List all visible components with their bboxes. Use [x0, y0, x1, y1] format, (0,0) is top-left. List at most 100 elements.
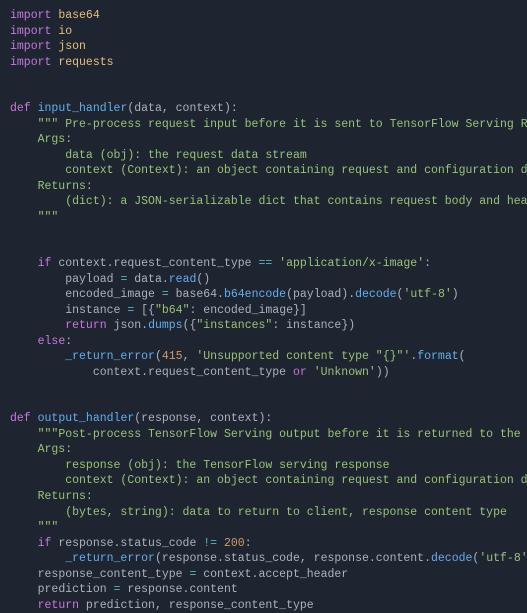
operator: = [162, 288, 169, 301]
keyword-if: if [38, 257, 52, 270]
code-line: response_content_type = context.accept_h… [10, 567, 517, 583]
docstring: """ Pre-process request input before it … [38, 118, 527, 131]
code-line: context (Context): an object containing … [10, 473, 517, 489]
code-line [10, 70, 517, 86]
code-line: prediction = response.content [10, 582, 517, 598]
code-text: response_content_type [38, 568, 190, 581]
code-text: : [65, 335, 72, 348]
keyword-import: import [10, 40, 51, 53]
function-name: input_handler [38, 102, 128, 115]
keyword-if: if [38, 537, 52, 550]
function-name: output_handler [38, 412, 135, 425]
code-line [10, 86, 517, 102]
docstring: context (Context): an object containing … [10, 164, 527, 177]
method-call: format [417, 350, 458, 363]
code-line: Args: [10, 442, 517, 458]
code-line: if context.request_content_type == 'appl… [10, 256, 517, 272]
code-line: import json [10, 39, 517, 55]
docstring: Args: [10, 443, 72, 456]
code-text: json. [107, 319, 148, 332]
keyword-return: return [65, 319, 106, 332]
code-text: encoded_image [65, 288, 162, 301]
operator: == [258, 257, 272, 270]
code-line: import io [10, 24, 517, 40]
code-text: : instance}) [272, 319, 355, 332]
string-literal: "b64" [155, 304, 190, 317]
code-line: (dict): a JSON-serializable dict that co… [10, 194, 517, 210]
code-line: _return_error(415, 'Unsupported content … [10, 349, 517, 365]
docstring: """ [10, 211, 58, 224]
code-text: , [183, 350, 197, 363]
method-call: decode [355, 288, 396, 301]
code-line: """ [10, 210, 517, 226]
code-line: """ [10, 520, 517, 536]
code-text: context.request_content_type [93, 366, 293, 379]
code-line: import base64 [10, 8, 517, 24]
module-name: requests [58, 56, 113, 69]
keyword-def: def [10, 412, 31, 425]
params: (data, context): [127, 102, 237, 115]
keyword-return: return [38, 599, 79, 612]
module-name: base64 [58, 9, 99, 22]
code-text: [{ [134, 304, 155, 317]
code-line [10, 241, 517, 257]
code-text: () [196, 273, 210, 286]
code-text: : [245, 537, 252, 550]
code-text: payload [65, 273, 120, 286]
keyword-import: import [10, 25, 51, 38]
method-call: dumps [148, 319, 183, 332]
function-call: _return_error [65, 552, 155, 565]
code-text: : encoded_image}] [189, 304, 306, 317]
code-line: response (obj): the TensorFlow serving r… [10, 458, 517, 474]
keyword-import: import [10, 9, 51, 22]
docstring: """Post-process TensorFlow Serving outpu… [38, 428, 527, 441]
code-text: )) [376, 366, 390, 379]
docstring: Args: [10, 133, 72, 146]
code-text: response.content [120, 583, 237, 596]
code-text [217, 537, 224, 550]
docstring: context (Context): an object containing … [10, 474, 527, 487]
code-text: context.request_content_type [58, 257, 258, 270]
operator: = [114, 583, 121, 596]
code-line: (bytes, string): data to return to clien… [10, 505, 517, 521]
code-line: """Post-process TensorFlow Serving outpu… [10, 427, 517, 443]
code-line: else: [10, 334, 517, 350]
number-literal: 415 [162, 350, 183, 363]
code-text: ) [452, 288, 459, 301]
code-text: prediction [38, 583, 114, 596]
string-literal: 'application/x-image' [272, 257, 424, 270]
string-literal: 'Unsupported content type "{}"' [196, 350, 410, 363]
code-line: def output_handler(response, context): [10, 411, 517, 427]
string-literal: 'utf-8' [403, 288, 451, 301]
code-text: (payload). [286, 288, 355, 301]
string-literal: "instances" [196, 319, 272, 332]
keyword-def: def [10, 102, 31, 115]
code-line: return prediction, response_content_type [10, 598, 517, 613]
docstring: (bytes, string): data to return to clien… [10, 506, 507, 519]
code-line: return json.dumps({"instances": instance… [10, 318, 517, 334]
code-text: data. [127, 273, 168, 286]
method-call: read [169, 273, 197, 286]
docstring: response (obj): the TensorFlow serving r… [10, 459, 390, 472]
module-name: io [58, 25, 72, 38]
docstring: data (obj): the request data stream [10, 149, 307, 162]
code-text: ( [155, 350, 162, 363]
method-call: b64encode [224, 288, 286, 301]
code-line: def input_handler(data, context): [10, 101, 517, 117]
code-text: (response.status_code, response.content. [155, 552, 431, 565]
code-line: context (Context): an object containing … [10, 163, 517, 179]
code-line: instance = [{"b64": encoded_image}] [10, 303, 517, 319]
docstring: (dict): a JSON-serializable dict that co… [10, 195, 527, 208]
method-call: decode [431, 552, 472, 565]
string-literal: 'utf-8' [479, 552, 527, 565]
string-literal: 'Unknown' [314, 366, 376, 379]
keyword-else: else [38, 335, 66, 348]
code-line: _return_error(response.status_code, resp… [10, 551, 517, 567]
code-line [10, 396, 517, 412]
operator: != [203, 537, 217, 550]
code-line: Returns: [10, 489, 517, 505]
number-literal: 200 [224, 537, 245, 550]
code-text: ( [472, 552, 479, 565]
code-line: payload = data.read() [10, 272, 517, 288]
code-line: data (obj): the request data stream [10, 148, 517, 164]
